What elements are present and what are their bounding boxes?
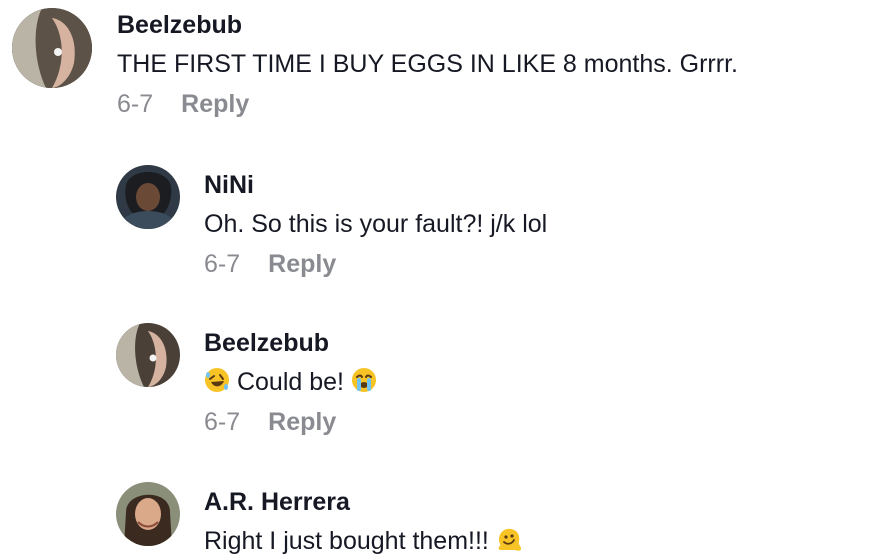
avatar[interactable] bbox=[116, 323, 180, 387]
comment-text: Right I just bought them!!! bbox=[204, 527, 489, 555]
comment-text-row: Could be! bbox=[204, 367, 377, 397]
avatar[interactable] bbox=[116, 165, 180, 229]
comment-text: Could be! bbox=[236, 368, 344, 396]
avatar[interactable] bbox=[116, 482, 180, 546]
comment-date: 6-7 bbox=[204, 250, 241, 278]
comment-username[interactable]: Beelzebub bbox=[117, 10, 738, 40]
comment-text: THE FIRST TIME I BUY EGGS IN LIKE 8 mont… bbox=[117, 50, 738, 78]
comment-text: Oh. So this is your fault?! j/k lol bbox=[204, 210, 548, 238]
reply-button[interactable]: Reply bbox=[268, 249, 336, 279]
comment-meta: 6-7 Reply bbox=[204, 407, 377, 437]
comment-text-row: Right I just bought them!!! bbox=[204, 526, 522, 556]
rolling-on-floor-laughing-icon bbox=[204, 367, 230, 393]
avatar[interactable] bbox=[12, 8, 92, 88]
comment-meta: 6-7 Reply bbox=[117, 89, 738, 119]
melting-face-icon bbox=[496, 526, 522, 552]
comment-username[interactable]: A.R. Herrera bbox=[204, 487, 522, 517]
loudly-crying-face-icon bbox=[351, 367, 377, 393]
comment-username[interactable]: NiNi bbox=[204, 170, 547, 200]
comment-username[interactable]: Beelzebub bbox=[204, 328, 377, 358]
reply-button[interactable]: Reply bbox=[268, 407, 336, 437]
comment-date: 6-7 bbox=[204, 408, 241, 436]
comment-meta: 6-7 Reply bbox=[204, 249, 547, 279]
comment-date: 6-7 bbox=[117, 90, 154, 118]
reply-button[interactable]: Reply bbox=[181, 89, 249, 119]
